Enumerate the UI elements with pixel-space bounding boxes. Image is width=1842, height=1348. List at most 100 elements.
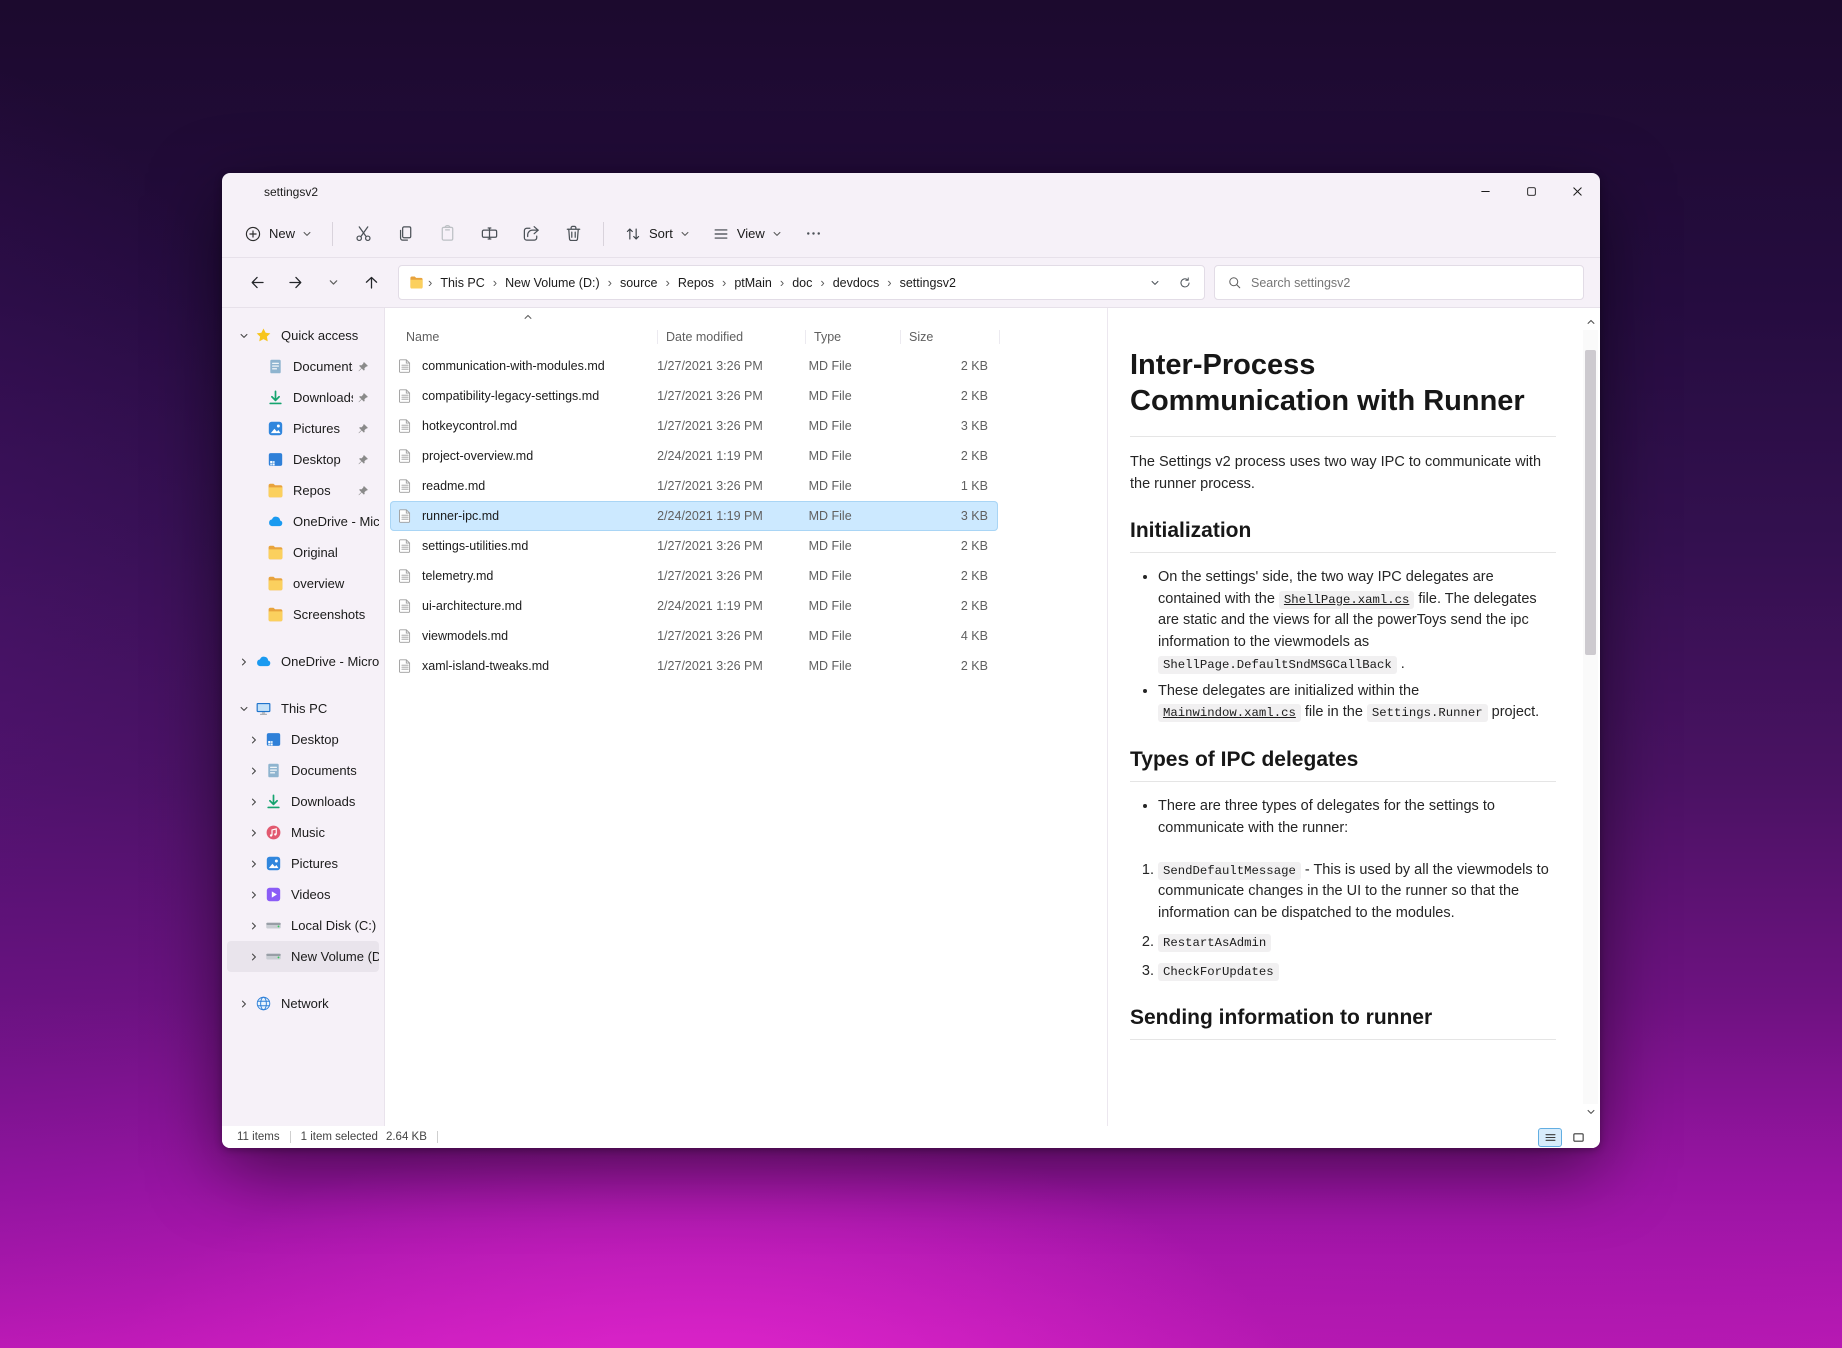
file-row[interactable]: communication-with-modules.md1/27/2021 3… <box>390 351 998 381</box>
tree-chevron[interactable] <box>243 828 265 838</box>
breadcrumb-item[interactable]: settingsv2 <box>894 273 962 293</box>
breadcrumb-item[interactable]: This PC <box>434 273 490 293</box>
inline-code-link[interactable]: Mainwindow.xaml.cs <box>1158 704 1301 722</box>
file-row[interactable]: ui-architecture.md2/24/2021 1:19 PMMD Fi… <box>390 591 998 621</box>
column-header-date-modified[interactable]: Date modified <box>657 330 805 344</box>
sidebar-item-desktop[interactable]: Desktop <box>227 724 379 755</box>
share-button[interactable] <box>511 217 551 251</box>
preview-list-item: CheckForUpdates <box>1158 961 1556 983</box>
preview-scrollbar[interactable] <box>1583 314 1598 1120</box>
tree-chevron[interactable] <box>243 735 265 745</box>
preview-list: There are three types of delegates for t… <box>1130 796 1556 840</box>
file-name: telemetry.md <box>422 569 493 583</box>
scroll-up-button[interactable] <box>1583 314 1598 330</box>
details-view-toggle[interactable] <box>1538 1128 1562 1147</box>
refresh-button[interactable] <box>1170 269 1200 297</box>
sidebar-item-downloads[interactable]: Downloads <box>227 786 379 817</box>
large-thumbnails-view-toggle[interactable] <box>1566 1128 1590 1147</box>
close-button[interactable] <box>1554 173 1600 210</box>
sidebar-item-videos[interactable]: Videos <box>227 879 379 910</box>
details-view-icon <box>1544 1131 1557 1144</box>
tree-chevron[interactable] <box>243 797 265 807</box>
file-row[interactable]: hotkeycontrol.md1/27/2021 3:26 PMMD File… <box>390 411 998 441</box>
cut-button[interactable] <box>343 217 383 251</box>
delete-button[interactable] <box>553 217 593 251</box>
sidebar-item-local-disk-c[interactable]: Local Disk (C:) <box>227 910 379 941</box>
sidebar-item-pictures[interactable]: Pictures <box>227 848 379 879</box>
breadcrumb-item[interactable]: ptMain <box>728 273 778 293</box>
address-dropdown-button[interactable] <box>1140 269 1170 297</box>
address-bar[interactable]: ›This PC›New Volume (D:)›source›Repos›pt… <box>398 265 1205 300</box>
sidebar-item-repos[interactable]: Repos <box>227 475 379 506</box>
breadcrumb-item[interactable]: New Volume (D:) <box>499 273 605 293</box>
breadcrumb-item[interactable]: Repos <box>672 273 720 293</box>
up-button[interactable] <box>352 267 390 299</box>
sidebar-item-original[interactable]: Original <box>227 537 379 568</box>
sidebar-item-downloads[interactable]: Downloads <box>227 382 379 413</box>
sidebar-item-documents[interactable]: Documents <box>227 351 379 382</box>
breadcrumb-item[interactable]: doc <box>786 273 818 293</box>
tree-chevron[interactable] <box>243 921 265 931</box>
sidebar-item-quick-access[interactable]: Quick access <box>227 320 379 351</box>
inline-code: CheckForUpdates <box>1158 963 1279 981</box>
file-type: MD File <box>801 659 901 673</box>
search-box[interactable]: Search settingsv2 <box>1214 265 1584 300</box>
file-row[interactable]: viewmodels.md1/27/2021 3:26 PMMD File4 K… <box>390 621 998 651</box>
minimize-button[interactable] <box>1462 173 1508 210</box>
rename-button[interactable] <box>469 217 509 251</box>
file-row[interactable]: readme.md1/27/2021 3:26 PMMD File1 KB <box>390 471 998 501</box>
recent-locations-button[interactable] <box>314 267 352 299</box>
sidebar-item-pictures[interactable]: Pictures <box>227 413 379 444</box>
column-header-type[interactable]: Type <box>805 330 900 344</box>
column-header-size[interactable]: Size <box>900 330 1000 344</box>
inline-code-link[interactable]: ShellPage.xaml.cs <box>1279 591 1414 609</box>
tree-chevron[interactable] <box>243 890 265 900</box>
tree-chevron[interactable] <box>243 859 265 869</box>
breadcrumb-item[interactable]: devdocs <box>827 273 886 293</box>
sidebar-item-overview[interactable]: overview <box>227 568 379 599</box>
search-icon <box>1227 275 1242 290</box>
scrollbar-track[interactable] <box>1583 330 1598 1104</box>
file-row[interactable]: runner-ipc.md2/24/2021 1:19 PMMD File3 K… <box>390 501 998 531</box>
sidebar-item-network[interactable]: Network <box>227 988 379 1019</box>
view-button[interactable]: View <box>702 217 792 251</box>
tree-chevron[interactable] <box>243 766 265 776</box>
sort-button[interactable]: Sort <box>614 217 700 251</box>
column-header-name[interactable]: Name <box>397 330 657 344</box>
scrollbar-thumb[interactable] <box>1585 350 1596 655</box>
sidebar-section-gap <box>222 972 384 988</box>
maximize-button[interactable] <box>1508 173 1554 210</box>
document-icon <box>265 762 282 779</box>
paste-button[interactable] <box>427 217 467 251</box>
sidebar-item-onedrive-micros[interactable]: OneDrive - Micros <box>227 506 379 537</box>
breadcrumb-item[interactable]: source <box>614 273 664 293</box>
file-row[interactable]: compatibility-legacy-settings.md1/27/202… <box>390 381 998 411</box>
file-row[interactable]: telemetry.md1/27/2021 3:26 PMMD File2 KB <box>390 561 998 591</box>
copy-button[interactable] <box>385 217 425 251</box>
sidebar-item-this-pc[interactable]: This PC <box>227 693 379 724</box>
back-button[interactable] <box>238 267 276 299</box>
sidebar-item-music[interactable]: Music <box>227 817 379 848</box>
tree-chevron[interactable] <box>233 704 255 714</box>
sidebar-item-documents[interactable]: Documents <box>227 755 379 786</box>
tree-chevron[interactable] <box>233 999 255 1009</box>
tree-chevron[interactable] <box>233 657 255 667</box>
file-date-modified: 1/27/2021 3:26 PM <box>649 479 801 493</box>
forward-button[interactable] <box>276 267 314 299</box>
preview-list-item: RestartAsAdmin <box>1158 932 1556 954</box>
more-options-button[interactable] <box>794 217 834 251</box>
title-bar[interactable]: settingsv2 <box>222 173 1600 210</box>
file-row[interactable]: settings-utilities.md1/27/2021 3:26 PMMD… <box>390 531 998 561</box>
tree-chevron[interactable] <box>233 331 255 341</box>
sidebar-item-new-volume-d[interactable]: New Volume (D:) <box>227 941 379 972</box>
scroll-down-button[interactable] <box>1583 1104 1598 1120</box>
sidebar-item-onedrive-microsof[interactable]: OneDrive - Microsof <box>227 646 379 677</box>
new-button[interactable]: New <box>234 217 322 251</box>
tree-chevron[interactable] <box>243 952 265 962</box>
file-row[interactable]: project-overview.md2/24/2021 1:19 PMMD F… <box>390 441 998 471</box>
file-name: project-overview.md <box>422 449 533 463</box>
file-row[interactable]: xaml-island-tweaks.md1/27/2021 3:26 PMMD… <box>390 651 998 681</box>
sidebar-item-desktop[interactable]: Desktop <box>227 444 379 475</box>
sidebar-item-screenshots[interactable]: Screenshots <box>227 599 379 630</box>
file-name: ui-architecture.md <box>422 599 522 613</box>
